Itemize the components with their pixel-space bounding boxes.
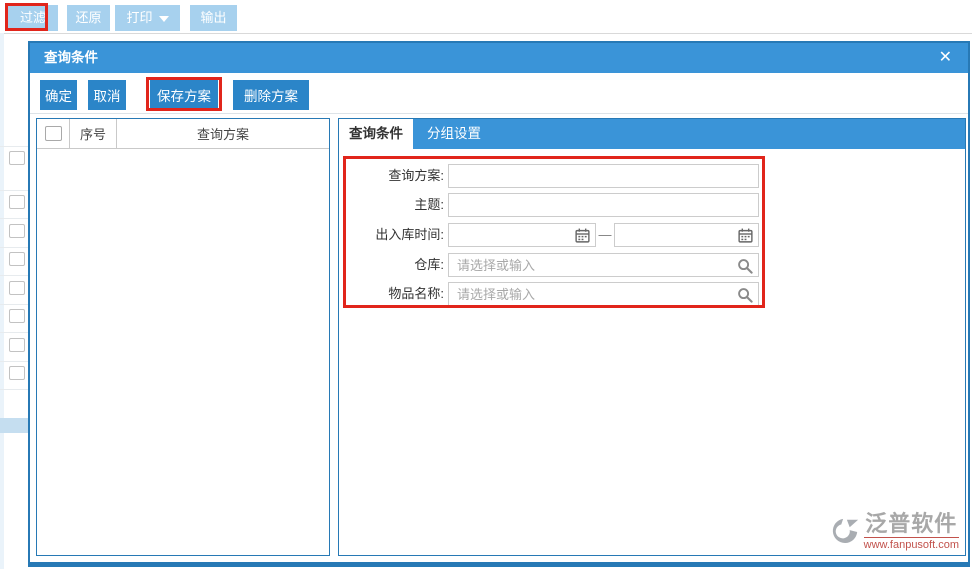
plan-name-field-box — [448, 164, 759, 188]
print-button-label: 打印 — [126, 10, 153, 25]
row-checkbox[interactable] — [9, 309, 25, 323]
calendar-icon[interactable] — [738, 228, 753, 243]
row-checkbox[interactable] — [9, 195, 25, 209]
delete-plan-button[interactable]: 删除方案 — [233, 80, 309, 110]
ok-button[interactable]: 确定 — [40, 80, 77, 110]
date-from-field-box — [448, 223, 596, 247]
date-to-field-box — [614, 223, 759, 247]
form-row-item-name: 物品名称: — [339, 282, 965, 306]
header-checkbox-cell — [37, 119, 70, 148]
close-icon[interactable]: ✕ — [935, 43, 956, 73]
form-row-warehouse: 仓库: — [339, 253, 965, 277]
dialog-title: 查询条件 — [44, 50, 98, 65]
warehouse-field-box — [448, 253, 759, 277]
tab-group-settings[interactable]: 分组设置 — [413, 119, 495, 149]
date-range-separator: — — [598, 227, 612, 242]
plan-name-label: 查询方案: — [388, 168, 444, 183]
plan-list-body — [37, 149, 329, 555]
restore-button[interactable]: 还原 — [67, 5, 110, 31]
calendar-icon[interactable] — [575, 228, 590, 243]
subject-field-box — [448, 193, 759, 217]
item-name-input[interactable] — [449, 283, 758, 305]
vendor-watermark: 泛普软件 www.fanpusoft.com — [830, 512, 959, 551]
form-row-plan-name: 查询方案: — [339, 164, 965, 188]
search-icon[interactable] — [737, 287, 753, 303]
item-name-label: 物品名称: — [388, 286, 444, 301]
row-checkbox[interactable] — [9, 366, 25, 380]
background-selected-row — [0, 418, 28, 433]
form-row-subject: 主题: — [339, 193, 965, 217]
vendor-name: 泛普软件 — [865, 511, 958, 536]
background-list-edge — [0, 33, 4, 569]
warehouse-input[interactable] — [449, 254, 758, 276]
row-checkbox[interactable] — [9, 151, 25, 165]
plan-list-panel: 序号 查询方案 — [36, 118, 330, 556]
tab-bar: 查询条件 分组设置 — [339, 119, 965, 149]
column-header-plan: 查询方案 — [196, 127, 249, 142]
form-row-stock-time: 出入库时间: — — [339, 223, 965, 247]
filter-button[interactable]: 过滤 — [8, 5, 58, 31]
divider — [30, 113, 968, 114]
item-name-field-box — [448, 282, 759, 306]
row-checkbox[interactable] — [9, 224, 25, 238]
chevron-down-icon — [158, 15, 169, 22]
select-all-checkbox[interactable] — [44, 126, 62, 141]
criteria-panel: 查询条件 分组设置 查询方案: 主题: 出入库时间: — 仓库: 请选择或输入 … — [338, 118, 966, 556]
query-conditions-dialog: 查询条件 ✕ 确定 取消 保存方案 删除方案 序号 查询方案 查询条件 分组设置… — [28, 41, 970, 567]
fanpu-logo-icon — [830, 516, 860, 549]
output-button[interactable]: 输出 — [190, 5, 237, 31]
search-icon[interactable] — [737, 258, 753, 274]
top-toolbar: 过滤 还原 打印 输出 — [0, 0, 972, 34]
cancel-button[interactable]: 取消 — [88, 80, 126, 110]
date-from-input[interactable] — [449, 224, 595, 246]
date-to-input[interactable] — [615, 224, 758, 246]
print-dropdown-button[interactable]: 打印 — [115, 5, 180, 31]
subject-input[interactable] — [449, 194, 758, 216]
dialog-titlebar: 查询条件 ✕ — [30, 43, 968, 73]
tab-query-conditions[interactable]: 查询条件 — [339, 119, 413, 149]
row-checkbox[interactable] — [9, 338, 25, 352]
row-checkbox[interactable] — [9, 252, 25, 266]
plan-list-header: 序号 查询方案 — [37, 119, 329, 149]
column-header-index: 序号 — [70, 119, 117, 148]
row-checkbox[interactable] — [9, 281, 25, 295]
subject-label: 主题: — [414, 197, 444, 212]
save-plan-button[interactable]: 保存方案 — [150, 80, 218, 110]
warehouse-label: 仓库: — [414, 257, 444, 272]
vendor-url: www.fanpusoft.com — [863, 537, 959, 551]
plan-name-input[interactable] — [449, 165, 758, 187]
stock-time-label: 出入库时间: — [375, 227, 444, 242]
